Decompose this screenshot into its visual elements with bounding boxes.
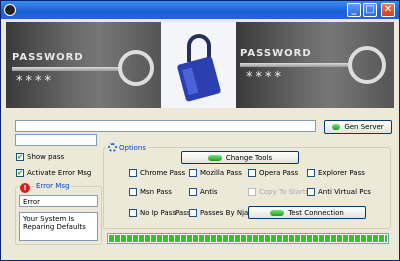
error-icon: !	[20, 183, 30, 193]
padlock-image	[161, 22, 236, 108]
progress-bar	[107, 233, 389, 244]
change-tools-icon	[207, 154, 222, 161]
chrome-pass-label: Chrome Pass	[140, 169, 186, 177]
show-pass-checkbox[interactable]: ✔ Show pass	[16, 153, 64, 161]
error-msg-legend: Error Msg	[34, 182, 72, 190]
gen-server-button[interactable]: Gen Server	[324, 120, 392, 134]
options-legend: Options	[106, 143, 149, 152]
gen-server-icon	[332, 124, 341, 130]
copy-to-startup-checkbox: Copy To Startup	[248, 188, 315, 196]
minimize-button[interactable]: _	[347, 3, 361, 17]
test-connection-label: Test Connection	[288, 208, 344, 217]
passes-by-nja8-check-box[interactable]	[189, 209, 197, 217]
padlock-icon	[177, 34, 221, 102]
no-ip-pass-checkbox[interactable]: No Ip Pass	[129, 209, 176, 217]
anti-virtual-pcs-checkbox[interactable]: Anti Virtual Pcs	[307, 188, 371, 196]
explorer-pass-check-box[interactable]	[307, 169, 315, 177]
password-key-image-left: PASSWORD ****	[6, 22, 161, 108]
banner-left-label: PASSWORD	[12, 52, 84, 63]
options-group: Options Change Tools Chrome Pass Mozilla…	[103, 143, 391, 229]
key-ring-left	[118, 50, 154, 86]
maximize-button[interactable]: □	[363, 3, 377, 17]
key-shaft-left	[12, 67, 122, 71]
banner-right-stars: ****	[246, 70, 284, 85]
passes-by-nja8-checkbox[interactable]: Passes By Nja8	[189, 209, 253, 217]
secondary-input[interactable]	[15, 134, 97, 146]
mozilla-pass-checkbox[interactable]: Mozilla Pass	[189, 169, 242, 177]
show-pass-label: Show pass	[27, 153, 65, 161]
test-connection-icon	[270, 209, 285, 216]
antis-checkbox[interactable]: Antis	[189, 188, 218, 196]
mozilla-pass-check-box[interactable]	[189, 169, 197, 177]
gear-icon	[108, 143, 117, 152]
close-button[interactable]: ✕	[381, 3, 395, 17]
progress-bar-fill	[109, 235, 387, 242]
antis-check-box[interactable]	[189, 188, 197, 196]
msn-pass-check-box[interactable]	[129, 188, 137, 196]
banner-left-stars: ****	[16, 74, 54, 89]
error-body-textarea[interactable]: Your System Is Reparing Defaults	[19, 212, 98, 241]
banner-image: PASSWORD **** PASSWORD ****	[6, 22, 394, 108]
test-connection-button[interactable]: Test Connection	[248, 206, 366, 219]
opera-pass-check-box[interactable]	[248, 169, 256, 177]
anti-virtual-pcs-check-box[interactable]	[307, 188, 315, 196]
password-key-image-right: PASSWORD ****	[236, 22, 394, 108]
show-pass-check-box[interactable]: ✔	[16, 153, 24, 161]
main-panel: Gen Server ✔ Show pass ✔ Activate Error …	[6, 111, 394, 257]
change-tools-label: Change Tools	[225, 153, 273, 162]
msn-pass-checkbox[interactable]: Msn Pass	[129, 188, 172, 196]
chrome-pass-check-box[interactable]	[129, 169, 137, 177]
no-ip-pass-label: No Ip Pass	[140, 209, 176, 217]
copy-to-startup-check-box	[248, 188, 256, 196]
msn-pass-label: Msn Pass	[140, 188, 172, 196]
activate-error-checkbox[interactable]: ✔ Activate Error Msg	[16, 169, 91, 177]
no-ip-pass-check-box[interactable]	[129, 209, 137, 217]
chrome-pass-checkbox[interactable]: Chrome Pass	[129, 169, 185, 177]
explorer-pass-label: Explorer Pass	[318, 169, 365, 177]
error-msg-group: ! Error Msg Error Your System Is Reparin…	[15, 182, 102, 245]
mozilla-pass-label: Mozilla Pass	[200, 169, 242, 177]
anti-virtual-pcs-label: Anti Virtual Pcs	[318, 188, 371, 196]
gen-server-label: Gen Server	[344, 123, 384, 131]
passes-by-nja8-label: Passes By Nja8	[200, 209, 253, 217]
activate-error-check-box[interactable]: ✔	[16, 169, 24, 177]
app-icon	[4, 4, 16, 16]
opera-pass-label: Opera Pass	[259, 169, 299, 177]
main-input[interactable]	[15, 120, 316, 132]
opera-pass-checkbox[interactable]: Opera Pass	[248, 169, 298, 177]
key-ring-right	[348, 46, 386, 84]
explorer-pass-checkbox[interactable]: Explorer Pass	[307, 169, 365, 177]
activate-error-label: Activate Error Msg	[27, 169, 92, 177]
options-legend-label: Options	[119, 143, 147, 152]
title-bar[interactable]: _ □ ✕	[1, 1, 399, 19]
app-window: _ □ ✕ PASSWORD **** PASSWORD **** Gen Se…	[0, 0, 400, 261]
antis-label: Antis	[200, 188, 218, 196]
key-shaft-right	[240, 63, 350, 67]
banner-right-label: PASSWORD	[240, 48, 312, 59]
change-tools-button[interactable]: Change Tools	[181, 151, 299, 164]
error-title-input[interactable]: Error	[19, 195, 98, 207]
